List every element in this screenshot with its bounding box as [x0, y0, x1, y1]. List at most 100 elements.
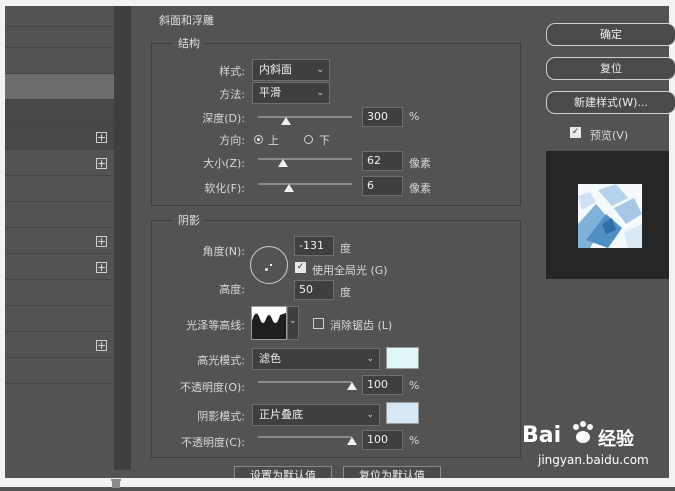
shadow-opacity-slider-thumb[interactable] [347, 437, 357, 445]
shadow-opacity-unit: % [409, 434, 420, 447]
size-label: 大小(Z): [203, 157, 245, 170]
watermark-jingyan: 经验 [598, 429, 634, 450]
soften-label: 软化(F): [204, 182, 245, 195]
soften-slider-track[interactable] [258, 183, 352, 185]
altitude-input[interactable]: 50 [294, 280, 334, 300]
style-label: 样式: [219, 65, 245, 78]
highlight-opacity-unit: % [409, 379, 420, 392]
size-unit: 像素 [409, 157, 431, 170]
highlight-opacity-slider-thumb[interactable] [347, 382, 357, 390]
angle-dial-center [265, 268, 268, 271]
technique-label: 方法: [219, 88, 245, 101]
style-list-empty [5, 384, 114, 478]
style-list-item[interactable] [5, 27, 114, 48]
style-list-scrollbar[interactable] [114, 6, 131, 470]
angle-input[interactable]: -131 [294, 236, 334, 256]
depth-unit: % [409, 110, 420, 123]
style-list-item[interactable] [5, 48, 114, 74]
technique-dropdown-value: 平滑 [259, 86, 281, 99]
angle-dial[interactable] [250, 246, 288, 284]
preview-thumbnail [578, 184, 642, 248]
paw-logo-icon [569, 419, 597, 447]
size-input[interactable]: 62 [362, 151, 403, 171]
style-list-item[interactable] [5, 358, 114, 384]
chevron-down-icon: ⌄ [316, 65, 324, 75]
style-list-item[interactable]: + [5, 332, 114, 358]
technique-dropdown[interactable]: 平滑 ⌄ [252, 82, 330, 104]
preview-label: 预览(V) [590, 129, 629, 142]
style-list-item[interactable] [5, 6, 114, 27]
chevron-down-icon: ⌄ [316, 88, 324, 98]
highlight-mode-label: 高光模式: [197, 354, 245, 367]
angle-unit: 度 [340, 242, 351, 255]
direction-up-label: 上 [268, 134, 279, 147]
preview-checkbox[interactable]: ✓ [570, 127, 581, 138]
style-list-item[interactable] [5, 202, 114, 228]
soften-input[interactable]: 6 [362, 176, 403, 196]
style-list-item[interactable] [5, 74, 114, 100]
highlight-color-swatch[interactable] [386, 347, 419, 369]
highlight-opacity-input[interactable]: 100 [362, 375, 403, 395]
plus-icon[interactable]: + [96, 262, 107, 273]
style-dropdown[interactable]: 内斜面 ⌄ [252, 59, 330, 81]
style-list-item[interactable]: + [5, 150, 114, 176]
plus-icon[interactable]: + [96, 132, 107, 143]
shadow-mode-dropdown[interactable]: 正片叠底 ⌄ [252, 404, 380, 426]
size-slider-thumb[interactable] [278, 159, 289, 167]
watermark-brand: Bai [522, 423, 562, 448]
angle-label: 角度(N): [202, 245, 245, 258]
shadow-mode-label: 阴影模式: [197, 410, 245, 423]
style-list-item[interactable] [5, 176, 114, 202]
style-list-item[interactable]: + [5, 228, 114, 254]
baidu-watermark: Bai 经验 jingyan.baidu.com [514, 415, 669, 473]
style-list-item[interactable] [5, 100, 114, 124]
plus-icon[interactable]: + [96, 340, 107, 351]
plus-icon[interactable]: + [96, 158, 107, 169]
shading-title: 阴影 [174, 212, 204, 228]
antialias-label: 消除锯齿 (L) [330, 319, 393, 332]
depth-label: 深度(D): [202, 112, 245, 125]
depth-slider-track[interactable] [258, 116, 352, 118]
shadow-color-swatch[interactable] [386, 402, 419, 424]
shadow-opacity-slider-track[interactable] [258, 436, 352, 438]
highlight-mode-value: 滤色 [259, 352, 281, 365]
style-list-item[interactable] [5, 306, 114, 332]
highlight-mode-dropdown[interactable]: 滤色 ⌄ [252, 348, 380, 370]
section-title-bevel-emboss: 斜面和浮雕 [159, 14, 214, 27]
depth-input[interactable]: 300 [362, 107, 403, 127]
ice-texture-image [578, 184, 642, 248]
chevron-down-icon: ⌄ [289, 316, 297, 326]
contour-curve-icon [252, 313, 286, 339]
style-list-item[interactable] [5, 280, 114, 306]
direction-down-label: 下 [319, 134, 330, 147]
gloss-contour-dropdown[interactable]: ⌄ [287, 306, 299, 340]
direction-label: 方向: [219, 134, 245, 147]
soften-unit: 像素 [409, 182, 431, 195]
style-dropdown-value: 内斜面 [259, 63, 292, 76]
style-list-item[interactable]: + [5, 254, 114, 280]
direction-up-radio[interactable] [254, 135, 263, 144]
size-slider-track[interactable] [258, 158, 352, 160]
gloss-contour-preview[interactable] [251, 306, 287, 340]
direction-down-radio[interactable] [304, 135, 313, 144]
ok-button[interactable]: 确定 [546, 23, 675, 46]
panel-gutter [131, 6, 146, 478]
preview-area [546, 151, 669, 279]
gloss-contour-label: 光泽等高线: [186, 319, 245, 332]
highlight-opacity-slider-track[interactable] [258, 381, 352, 383]
antialias-checkbox[interactable] [313, 318, 324, 329]
style-list-item[interactable]: + [5, 124, 114, 150]
watermark-url: jingyan.baidu.com [538, 453, 649, 467]
chevron-down-icon: ⌄ [366, 354, 374, 364]
plus-icon[interactable]: + [96, 236, 107, 247]
soften-slider-thumb[interactable] [284, 184, 295, 192]
shadow-opacity-input[interactable]: 100 [362, 430, 403, 450]
global-light-checkbox[interactable]: ✓ [295, 262, 306, 273]
window-frame-bottom [0, 478, 675, 487]
depth-slider-thumb[interactable] [281, 117, 292, 125]
trash-icon[interactable] [109, 478, 123, 488]
new-style-button[interactable]: 新建样式(W)... [546, 91, 675, 114]
structure-title: 结构 [174, 35, 204, 51]
reset-button[interactable]: 复位 [546, 57, 675, 80]
chevron-down-icon: ⌄ [366, 410, 374, 420]
